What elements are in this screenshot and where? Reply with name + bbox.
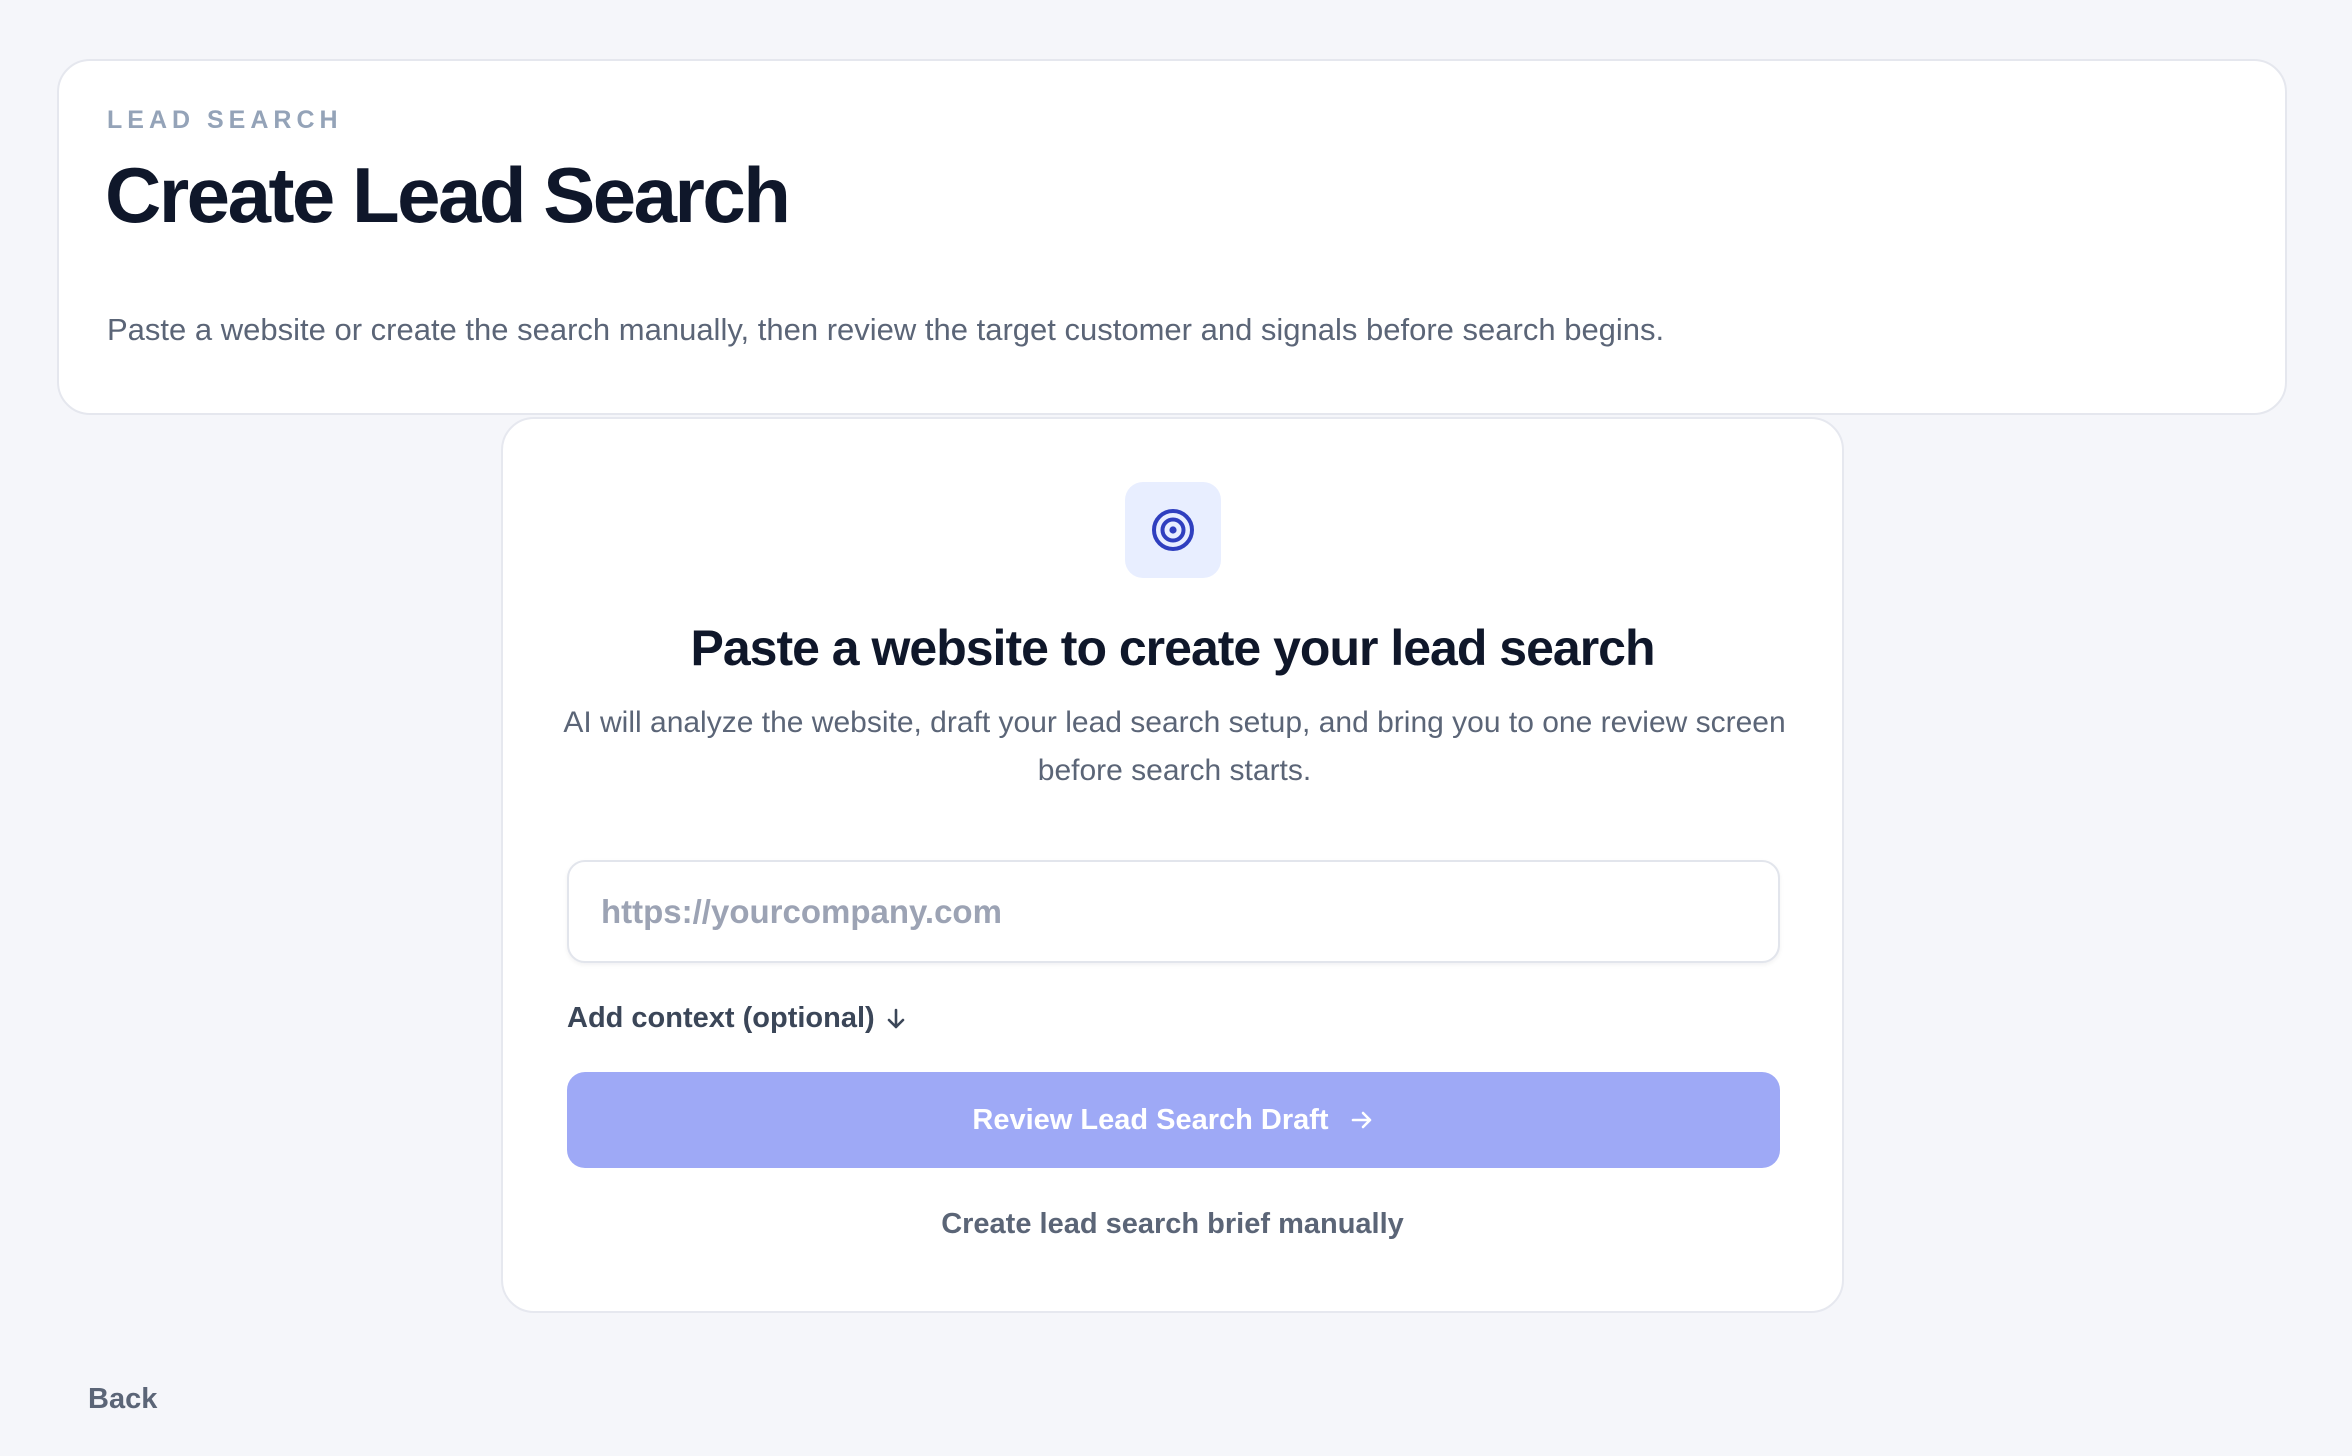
section-eyebrow: LEAD SEARCH xyxy=(107,106,343,134)
add-context-label: Add context (optional) xyxy=(567,1002,875,1034)
create-manually-link[interactable]: Create lead search brief manually xyxy=(503,1208,1842,1241)
card-description: AI will analyze the website, draft your … xyxy=(563,706,1786,787)
website-input-card: Paste a website to create your lead sear… xyxy=(501,417,1844,1313)
review-draft-button[interactable]: Review Lead Search Draft xyxy=(567,1072,1780,1168)
target-icon xyxy=(1152,509,1194,551)
arrow-down-icon xyxy=(885,1007,907,1031)
page: LEAD SEARCH Create Lead Search Paste a w… xyxy=(0,0,2352,1456)
website-url-input[interactable] xyxy=(567,860,1780,963)
card-heading: Paste a website to create your lead sear… xyxy=(690,620,1655,676)
header-card: LEAD SEARCH Create Lead Search Paste a w… xyxy=(57,59,2287,415)
arrow-right-icon xyxy=(1349,1108,1375,1132)
back-button[interactable]: Back xyxy=(88,1383,157,1416)
page-subtitle: Paste a website or create the search man… xyxy=(107,312,1665,347)
add-context-toggle[interactable]: Add context (optional) xyxy=(567,1002,907,1035)
target-icon-tile xyxy=(1125,482,1221,578)
review-draft-label: Review Lead Search Draft xyxy=(972,1103,1329,1136)
page-title: Create Lead Search xyxy=(105,151,791,239)
